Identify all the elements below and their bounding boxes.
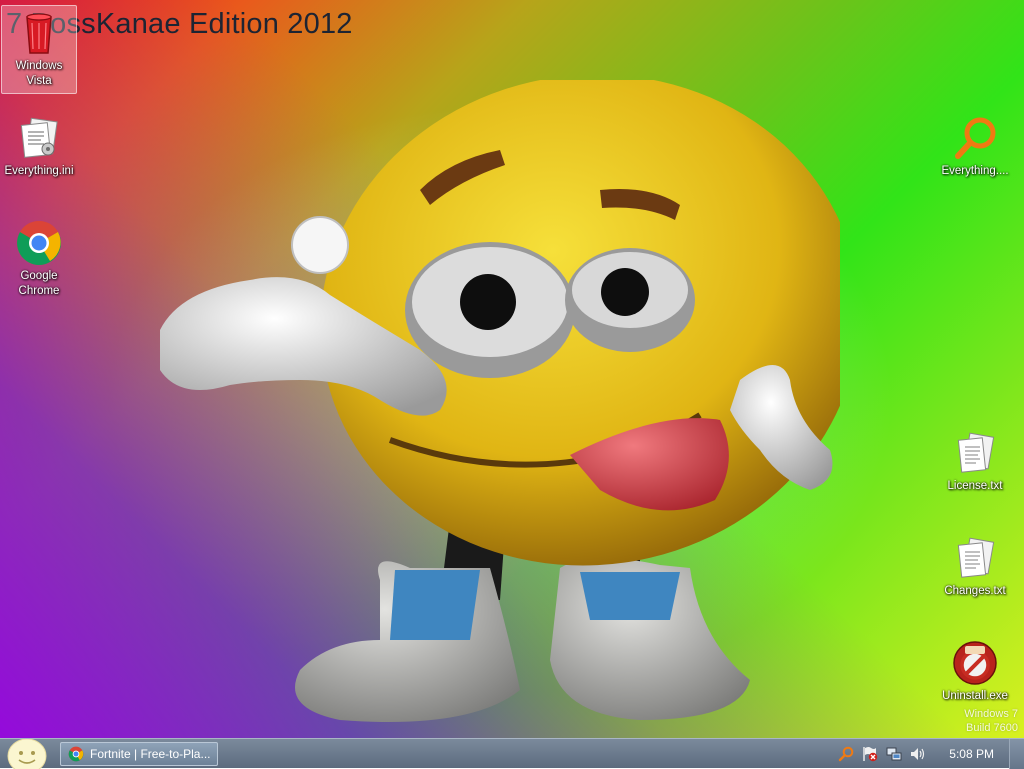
desktop-icon-label: Everything.... [941, 165, 1009, 177]
desktop-icon-label: Windows Vista [15, 60, 63, 87]
config-file-icon [20, 117, 58, 158]
taskbar[interactable]: Fortnite | Free-to-Pla... 5:08 PM [0, 738, 1024, 769]
desktop-icon-recycle-bin[interactable]: Windows Vista [1, 5, 77, 94]
desktop[interactable]: 7 BossKanae Edition 2012 Windows Vista E… [0, 0, 1024, 738]
search-icon[interactable] [837, 745, 855, 763]
taskbar-clock[interactable]: 5:08 PM [949, 747, 994, 761]
volume-icon[interactable] [909, 745, 927, 763]
chrome-icon [68, 746, 84, 762]
desktop-icon-everything-ini[interactable]: Everything.ini [1, 110, 77, 184]
chrome-icon [17, 221, 61, 265]
desktop-icon-everything[interactable]: Everything.... [937, 110, 1013, 184]
desktop-icon-label: Google Chrome [18, 270, 60, 297]
windows-build-watermark: Windows 7 Build 7600 [964, 707, 1018, 735]
wallpaper-smiley-image [160, 80, 840, 722]
recycle-bin-icon [26, 13, 52, 54]
desktop-icon-label: Uninstall.exe [942, 690, 1008, 702]
desktop-icon-license-txt[interactable]: License.txt [937, 425, 1013, 499]
desktop-icon-uninstall-exe[interactable]: Uninstall.exe [937, 635, 1013, 709]
taskbar-button-chrome[interactable]: Fortnite | Free-to-Pla... [60, 742, 218, 766]
smiley-start-orb-icon[interactable] [6, 739, 48, 769]
watermark-line: Windows 7 [964, 708, 1018, 720]
desktop-icon-label: Changes.txt [944, 585, 1006, 597]
taskbar-button-label: Fortnite | Free-to-Pla... [90, 747, 211, 761]
text-file-icon [957, 432, 995, 473]
search-icon [955, 117, 996, 159]
network-icon[interactable] [885, 745, 903, 763]
desktop-icon-label: Everything.ini [4, 165, 74, 177]
system-tray: 5:08 PM [831, 739, 1008, 769]
text-file-icon [957, 537, 995, 578]
desktop-icon-changes-txt[interactable]: Changes.txt [937, 530, 1013, 604]
show-desktop-button[interactable] [1009, 739, 1024, 769]
desktop-icon-label: License.txt [947, 480, 1003, 492]
desktop-icon-google-chrome[interactable]: Google Chrome [1, 215, 77, 304]
watermark-line: Build 7600 [966, 722, 1018, 734]
action-center-flag-icon[interactable] [861, 745, 879, 763]
nsis-installer-icon [953, 641, 997, 685]
